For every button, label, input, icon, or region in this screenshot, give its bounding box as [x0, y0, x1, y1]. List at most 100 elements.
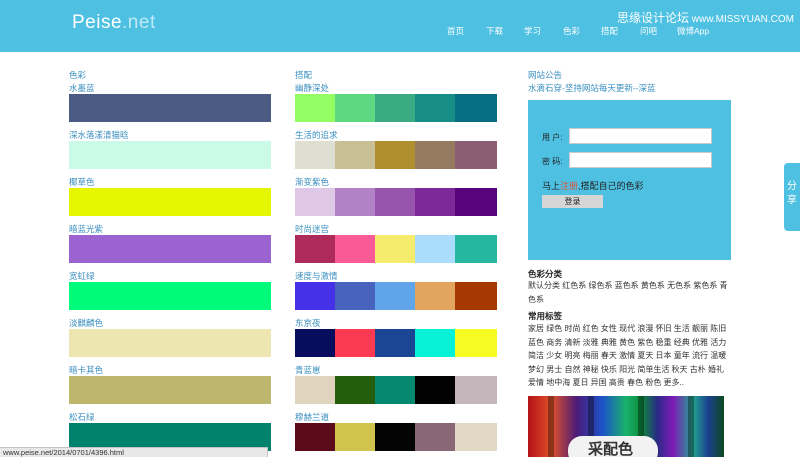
palette-color-block[interactable] — [455, 282, 497, 310]
color-name[interactable]: 水墨蓝 — [69, 82, 95, 94]
color-swatch[interactable] — [69, 94, 271, 122]
tags-list[interactable]: 家居 绿色 时尚 红色 女性 现代 浪漫 怀旧 生活 靓丽 陈旧 蓝色 商务 清… — [528, 322, 733, 390]
color-name[interactable]: 暗蓝光紫 — [69, 223, 103, 235]
palette-color-block[interactable] — [415, 141, 456, 169]
categories-list[interactable]: 默认分类 红色系 绿色系 蓝色系 黄色系 无色系 紫色系 青色系 — [528, 279, 733, 306]
color-name[interactable]: 暗卡其色 — [69, 364, 103, 376]
palette-color-block[interactable] — [455, 329, 497, 357]
palette-color-block[interactable] — [295, 188, 336, 216]
palette-color-block[interactable] — [335, 329, 376, 357]
banner-stripe — [688, 396, 694, 457]
palette-name[interactable]: 青蓝崽 — [295, 364, 321, 376]
palette-color-block[interactable] — [415, 376, 456, 404]
palette-color-block[interactable] — [415, 235, 456, 263]
palette-row[interactable] — [295, 329, 497, 357]
palette-name[interactable]: 时尚迷宫 — [295, 223, 329, 235]
palette-color-block[interactable] — [375, 141, 416, 169]
palette-color-block[interactable] — [335, 376, 376, 404]
palette-color-block[interactable] — [455, 141, 497, 169]
palette-color-block[interactable] — [335, 235, 376, 263]
color-swatch[interactable] — [69, 188, 271, 216]
login-button[interactable]: 登录 — [542, 195, 603, 208]
palette-color-block[interactable] — [295, 376, 336, 404]
palette-color-block[interactable] — [335, 188, 376, 216]
palette-color-block[interactable] — [415, 423, 456, 451]
palette-color-block[interactable] — [455, 188, 497, 216]
palette-color-block[interactable] — [335, 282, 376, 310]
palette-color-block[interactable] — [335, 94, 376, 122]
palette-row[interactable] — [295, 141, 497, 169]
promo-before: 马上 — [542, 181, 561, 191]
palette-color-block[interactable] — [415, 282, 456, 310]
nav-learn[interactable]: 学习 — [524, 25, 541, 37]
color-name[interactable]: 椰草色 — [69, 176, 95, 188]
password-input[interactable] — [569, 152, 712, 168]
color-swatch[interactable] — [69, 376, 271, 404]
palette-row[interactable] — [295, 376, 497, 404]
announcement-text[interactable]: 水滴石穿-坚持网站每天更新--深蓝 — [528, 82, 656, 94]
palette-color-block[interactable] — [415, 188, 456, 216]
palette-color-block[interactable] — [295, 235, 336, 263]
palette-color-block[interactable] — [415, 94, 456, 122]
password-label: 密 码: — [542, 157, 563, 166]
logo-suffix: .net — [122, 12, 156, 33]
username-input[interactable] — [569, 128, 712, 144]
nav-palettes[interactable]: 搭配 — [601, 25, 618, 37]
palette-color-block[interactable] — [415, 329, 456, 357]
promo-after: ,搭配自己的色彩 — [578, 181, 644, 191]
nav-download[interactable]: 下载 — [486, 25, 503, 37]
color-swatch[interactable] — [69, 282, 271, 310]
promo-banner[interactable]: 采配色 — [528, 396, 724, 457]
palette-color-block[interactable] — [455, 235, 497, 263]
palette-color-block[interactable] — [295, 423, 336, 451]
palette-color-block[interactable] — [295, 141, 336, 169]
palette-row[interactable] — [295, 282, 497, 310]
logo-main: Peise — [72, 12, 123, 33]
palette-row[interactable] — [295, 423, 497, 451]
palette-row[interactable] — [295, 235, 497, 263]
palette-color-block[interactable] — [335, 141, 376, 169]
color-name[interactable]: 宽虹绿 — [69, 270, 95, 282]
nav-colors[interactable]: 色彩 — [563, 25, 580, 37]
palettes-section-title: 搭配 — [295, 70, 313, 80]
palette-color-block[interactable] — [295, 282, 336, 310]
palette-color-block[interactable] — [295, 94, 336, 122]
palette-color-block[interactable] — [295, 329, 336, 357]
register-link[interactable]: 注册 — [560, 181, 578, 191]
nav-weibo-app[interactable]: 微博App — [677, 25, 709, 37]
palette-color-block[interactable] — [375, 329, 416, 357]
palette-color-block[interactable] — [375, 94, 416, 122]
palette-name[interactable]: 幽静深处 — [295, 82, 329, 94]
palette-name[interactable]: 生活的追求 — [295, 129, 338, 141]
nav-home[interactable]: 首页 — [447, 25, 464, 37]
palette-color-block[interactable] — [455, 94, 497, 122]
palette-row[interactable] — [295, 188, 497, 216]
color-name[interactable]: 松石绿 — [69, 411, 95, 423]
palette-color-block[interactable] — [455, 423, 497, 451]
palette-color-block[interactable] — [375, 235, 416, 263]
palette-name[interactable]: 速度与激情 — [295, 270, 338, 282]
palette-name[interactable]: 穆赫兰道 — [295, 411, 329, 423]
colors-section-title: 色彩 — [69, 70, 87, 80]
watermark: 思缘设计论坛 www.MISSYUAN.COM — [617, 9, 794, 26]
color-swatch[interactable] — [69, 329, 271, 357]
nav-ask[interactable]: 问吧 — [640, 25, 657, 37]
palette-color-block[interactable] — [375, 423, 416, 451]
palette-color-block[interactable] — [375, 282, 416, 310]
site-logo[interactable]: Peise.net — [72, 12, 156, 34]
palette-color-block[interactable] — [455, 376, 497, 404]
color-swatch[interactable] — [69, 141, 271, 169]
tags-title: 常用标签 — [528, 311, 563, 321]
watermark-cn: 思缘设计论坛 — [616, 11, 689, 25]
palette-color-block[interactable] — [375, 188, 416, 216]
username-label: 用 户: — [542, 133, 563, 142]
color-name[interactable]: 深水落漾清猫晗 — [69, 129, 129, 141]
color-swatch[interactable] — [69, 235, 271, 263]
color-name[interactable]: 淡麒麟色 — [69, 317, 103, 329]
palette-name[interactable]: 渐变紫色 — [295, 176, 329, 188]
palette-row[interactable] — [295, 94, 497, 122]
palette-color-block[interactable] — [335, 423, 376, 451]
palette-color-block[interactable] — [375, 376, 416, 404]
banner-text: 采配色 — [588, 441, 634, 457]
palette-name[interactable]: 东京夜 — [295, 317, 321, 329]
